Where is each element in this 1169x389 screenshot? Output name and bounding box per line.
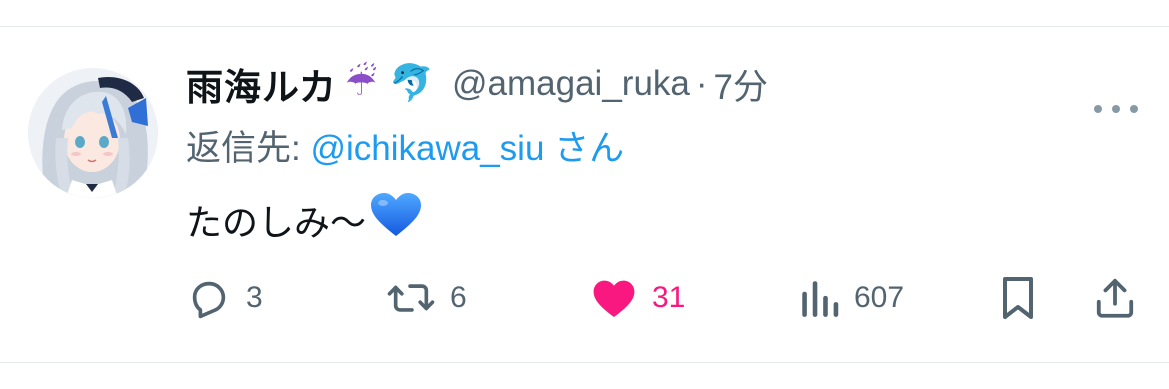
retweet-icon xyxy=(387,284,435,312)
umbrella-rain-icon: ☔ xyxy=(344,63,378,104)
reply-context: 返信先: @ichikawa_siu さん xyxy=(186,120,624,171)
heart-icon xyxy=(593,280,635,317)
share-button[interactable] xyxy=(1094,272,1136,324)
timestamp[interactable]: 7分 xyxy=(714,59,768,110)
views-button[interactable]: 607 xyxy=(798,272,904,324)
more-options-button[interactable] xyxy=(1094,102,1138,116)
bookmark-icon xyxy=(1003,277,1033,319)
avatar-image xyxy=(28,68,158,198)
tweet-header: 雨海ルカ ☔ 🐬 @amagai_ruka · 7分 xyxy=(186,58,768,110)
avatar[interactable] xyxy=(28,68,158,198)
reply-suffix: さん xyxy=(544,129,625,168)
blue-heart-icon xyxy=(368,190,424,249)
user-handle[interactable]: @amagai_ruka xyxy=(452,64,690,104)
reply-target-link[interactable]: @ichikawa_siu xyxy=(310,129,544,168)
reply-button[interactable]: 3 xyxy=(186,272,263,324)
tweet-body: たのしみ〜 xyxy=(186,201,367,243)
action-bar: 3 6 31 607 xyxy=(186,272,1146,324)
reply-count: 3 xyxy=(246,281,263,314)
more-icon-dot xyxy=(1112,105,1120,113)
reply-prefix: 返信先: xyxy=(186,129,311,168)
more-icon-dot xyxy=(1094,105,1102,113)
views-count: 607 xyxy=(854,281,905,314)
display-name[interactable]: 雨海ルカ xyxy=(186,57,337,111)
dolphin-icon: 🐬 xyxy=(389,63,434,104)
retweet-button[interactable]: 6 xyxy=(386,272,467,324)
views-icon xyxy=(802,281,839,317)
tweet-text: たのしみ〜 xyxy=(186,190,424,249)
bottom-divider xyxy=(0,362,1169,363)
like-button[interactable]: 31 xyxy=(590,272,685,324)
tweet[interactable]: 雨海ルカ ☔ 🐬 @amagai_ruka · 7分 返信先: @ichikaw… xyxy=(0,0,1169,389)
top-divider xyxy=(0,26,1169,27)
like-count: 31 xyxy=(652,281,686,314)
share-icon xyxy=(1096,278,1134,318)
more-icon-dot xyxy=(1130,105,1138,113)
reply-icon xyxy=(192,281,226,319)
separator-dot: · xyxy=(695,64,708,103)
retweet-count: 6 xyxy=(450,281,467,314)
bookmark-button[interactable] xyxy=(998,272,1038,324)
